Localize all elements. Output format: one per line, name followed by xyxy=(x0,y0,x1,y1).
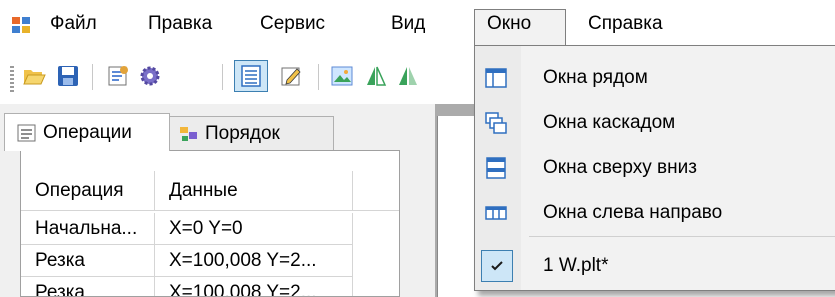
menu-service[interactable]: Сервис xyxy=(260,12,325,36)
tab-order[interactable]: Порядок xyxy=(168,116,334,150)
save-icon[interactable] xyxy=(56,64,80,88)
menu-window[interactable]: Окно xyxy=(487,12,531,36)
menu-item-tile-vertical[interactable]: Окна рядом xyxy=(475,56,835,100)
toolbar-separator xyxy=(222,64,223,90)
menu-item-label: Окна рядом xyxy=(543,67,648,88)
table-cell-operation[interactable]: Резка xyxy=(21,245,155,277)
table-cell-data[interactable]: X=100,008 Y=2... xyxy=(155,277,353,296)
menu-help[interactable]: Справка xyxy=(588,12,663,36)
order-icon xyxy=(180,127,197,141)
menu-view[interactable]: Вид xyxy=(391,12,425,36)
toolbar-separator xyxy=(318,64,319,90)
menu-item-label: 1 W.plt* xyxy=(543,255,609,276)
menu-file[interactable]: Файл xyxy=(50,12,97,36)
table-cell-data[interactable]: X=0 Y=0 xyxy=(155,213,353,245)
column-header-data[interactable]: Данные xyxy=(155,171,353,211)
table-cell-operation[interactable]: Начальна... xyxy=(21,213,155,245)
table-cell-operation[interactable]: Резка xyxy=(21,277,155,296)
app-icon[interactable] xyxy=(12,17,30,33)
cascade-icon xyxy=(485,112,507,134)
column-header-filler xyxy=(353,171,399,211)
toolbar xyxy=(0,46,474,104)
tile-side-by-side-icon xyxy=(485,206,507,220)
check-icon xyxy=(491,261,503,271)
table-cell-data[interactable]: X=100,008 Y=2... xyxy=(155,245,353,277)
menu-bar: Файл Правка Сервис Вид Окно Справка xyxy=(0,0,835,46)
column-header-operation[interactable]: Операция xyxy=(21,171,155,211)
menu-item-label: Окна каскадом xyxy=(543,112,676,133)
window-menu-dropdown: Окна рядом Окна каскадом Окна сверху вни… xyxy=(474,45,835,291)
tab-order-label: Порядок xyxy=(205,123,280,144)
menu-separator xyxy=(529,236,835,237)
properties-icon[interactable] xyxy=(106,64,130,88)
menu-edit[interactable]: Правка xyxy=(148,12,212,36)
edit-icon[interactable] xyxy=(280,64,304,88)
settings-gear-icon[interactable] xyxy=(138,64,162,88)
open-folder-icon[interactable] xyxy=(22,64,46,88)
tab-operations-label: Операции xyxy=(43,122,132,143)
menu-item-window-1[interactable]: 1 W.plt* xyxy=(475,244,835,288)
image-icon[interactable] xyxy=(330,64,354,88)
document-window[interactable] xyxy=(437,116,477,297)
toolbar-grip[interactable] xyxy=(10,66,14,94)
menu-item-cascade[interactable]: Окна каскадом xyxy=(475,101,835,145)
mirror-icon[interactable] xyxy=(364,64,388,88)
menu-item-label: Окна сверху вниз xyxy=(543,157,697,178)
operations-list-icon xyxy=(17,124,36,142)
menu-item-tile-horizontal[interactable]: Окна сверху вниз xyxy=(475,146,835,190)
toolbar-separator xyxy=(92,64,93,90)
tab-operations[interactable]: Операции xyxy=(4,113,170,151)
operations-table: Операция Данные Начальна... X=0 Y=0 Резк… xyxy=(20,150,400,297)
tile-horizontal-icon xyxy=(486,157,506,179)
mirror-alt-icon[interactable] xyxy=(396,64,420,88)
tile-vertical-icon xyxy=(485,68,507,88)
menu-item-tile-side-by-side[interactable]: Окна слева направо xyxy=(475,191,835,235)
list-view-icon[interactable] xyxy=(239,64,263,88)
menu-item-label: Окна слева направо xyxy=(543,202,723,223)
